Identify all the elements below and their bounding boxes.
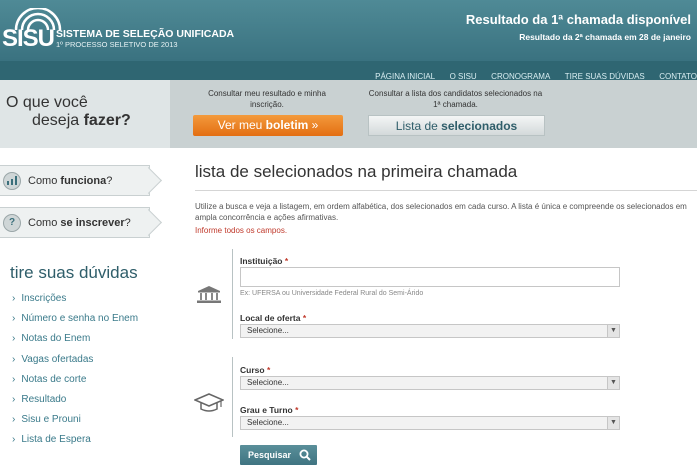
- chevron-down-icon[interactable]: ▼: [607, 417, 619, 429]
- lista-hint: Consultar a lista dos candidatos selecio…: [368, 89, 543, 109]
- header: SISU SISTEMA DE SELEÇÃO UNIFICADA 1º PRO…: [0, 0, 697, 61]
- double-chevron-icon: »: [311, 118, 319, 132]
- faq-link-inscricoes[interactable]: Inscrições: [12, 293, 138, 313]
- action-band: O que você deseja fazer?: [0, 80, 697, 148]
- faq-link-cutoff[interactable]: Notas de corte: [12, 374, 138, 394]
- logo-text[interactable]: SISU: [2, 25, 55, 53]
- degree-shift-label: Grau e Turno *: [240, 405, 298, 415]
- boletim-button-bold: boletim: [265, 118, 309, 132]
- group-divider-course: [232, 357, 233, 437]
- institution-example: Ex: UFERSA ou Universidade Federal Rural…: [240, 290, 424, 297]
- required-marker: *: [295, 405, 299, 415]
- action-question-bold: fazer?: [83, 112, 131, 129]
- offer-location-value: Selecione...: [247, 326, 289, 335]
- how-to-register-button[interactable]: ? Como se inscrever?: [0, 207, 150, 238]
- institution-input[interactable]: [240, 267, 620, 287]
- course-label: Curso *: [240, 365, 270, 375]
- chevron-down-icon[interactable]: ▼: [607, 377, 619, 389]
- action-question-panel: O que você deseja fazer?: [0, 80, 170, 148]
- required-marker: *: [284, 256, 289, 266]
- institution-label: Instituição *: [240, 256, 288, 266]
- how-it-works-label: Como funciona?: [28, 175, 112, 187]
- selected-list-button[interactable]: Lista de selecionados: [368, 115, 545, 136]
- top-nav: PÁGINA INICIAL O SISU CRONOGRAMA TIRE SU…: [0, 61, 697, 81]
- chevron-down-icon[interactable]: ▼: [607, 325, 619, 337]
- faq-link-vacancies[interactable]: Vagas ofertadas: [12, 354, 138, 374]
- lista-button-bold: selecionados: [441, 119, 518, 133]
- course-select[interactable]: Selecione... ▼: [240, 376, 620, 390]
- degree-shift-select[interactable]: Selecione... ▼: [240, 416, 620, 430]
- how-to-register-bold: se inscrever: [60, 217, 125, 229]
- system-subtitle: 1º PROCESSO SELETIVO DE 2013: [56, 40, 178, 49]
- how-to-register-suffix: ?: [124, 217, 131, 229]
- institution-label-text: Instituição: [240, 256, 283, 266]
- course-label-text: Curso: [240, 365, 265, 375]
- degree-shift-value: Selecione...: [247, 418, 289, 427]
- title-divider: [195, 190, 697, 191]
- institution-building-icon: [197, 286, 221, 303]
- faq-link-result[interactable]: Resultado: [12, 394, 138, 414]
- system-title: SISTEMA DE SELEÇÃO UNIFICADA: [56, 28, 235, 40]
- required-note: Informe todos os campos.: [195, 226, 288, 235]
- how-to-register-prefix: Como: [28, 217, 61, 229]
- required-marker: *: [302, 313, 307, 323]
- page-description: Utilize a busca e veja a listagem, em or…: [195, 202, 687, 222]
- offer-location-select[interactable]: Selecione... ▼: [240, 324, 620, 338]
- graduation-cap-icon: [194, 393, 224, 412]
- course-value: Selecione...: [247, 378, 289, 387]
- bar-chart-icon: [3, 172, 21, 190]
- page-title: lista de selecionados na primeira chamad…: [195, 162, 518, 181]
- offer-location-label: Local de oferta *: [240, 313, 306, 323]
- action-question-line-2: deseja fazer?: [32, 112, 131, 130]
- action-question-line-1: O que você: [6, 94, 88, 111]
- faq-list: Inscrições Número e senha no Enem Notas …: [12, 293, 138, 455]
- faq-link-enem-credentials[interactable]: Número e senha no Enem: [12, 313, 138, 333]
- action-question-prefix: deseja: [32, 112, 84, 129]
- how-it-works-bold: funciona: [60, 175, 107, 187]
- lista-button-prefix: Lista de: [395, 119, 442, 133]
- view-boletim-button[interactable]: Ver meu boletim »: [193, 115, 343, 136]
- group-divider-institution: [232, 249, 233, 339]
- faq-title: tire suas dúvidas: [10, 263, 138, 282]
- search-button[interactable]: Pesquisar: [240, 445, 317, 465]
- announcement-first-call[interactable]: Resultado da 1ª chamada disponível: [466, 12, 691, 27]
- search-button-label: Pesquisar: [248, 450, 292, 460]
- degree-shift-label-text: Grau e Turno: [240, 405, 293, 415]
- boletim-hint: Consultar meu resultado e minha inscriçã…: [208, 89, 326, 109]
- offer-location-label-text: Local de oferta: [240, 313, 301, 323]
- faq-link-waiting-list[interactable]: Lista de Espera: [12, 434, 138, 454]
- how-it-works-suffix: ?: [106, 175, 113, 187]
- question-icon: ?: [3, 214, 21, 232]
- boletim-button-prefix: Ver meu: [217, 118, 266, 132]
- how-it-works-prefix: Como: [28, 175, 61, 187]
- faq-link-enem-grades[interactable]: Notas do Enem: [12, 333, 138, 353]
- search-icon: [299, 449, 311, 461]
- announcement-second-call: Resultado da 2ª chamada em 28 de janeiro: [519, 32, 691, 42]
- how-to-register-label: Como se inscrever?: [28, 217, 131, 229]
- required-marker: *: [266, 365, 271, 375]
- how-it-works-button[interactable]: Como funciona?: [0, 165, 150, 196]
- faq-link-sisu-prouni[interactable]: Sisu e Prouni: [12, 414, 138, 434]
